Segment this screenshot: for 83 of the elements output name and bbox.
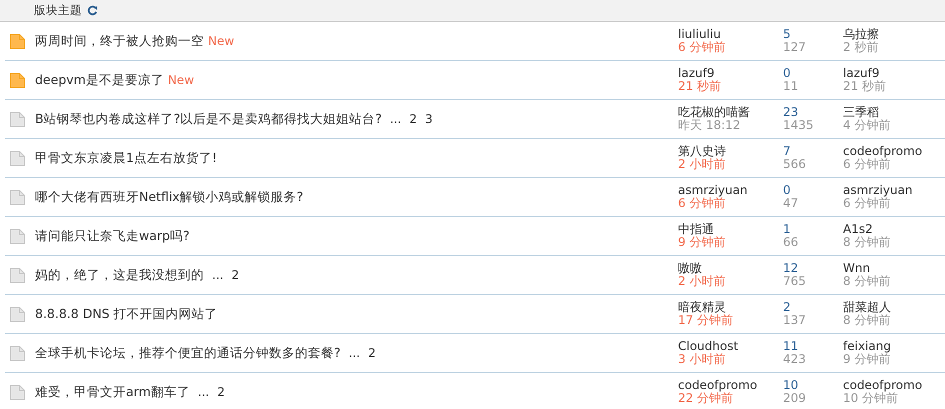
last-poster[interactable]: feixiang [843, 340, 945, 353]
last-post-time: 21 秒前 [843, 80, 888, 93]
last-poster[interactable]: A1s2 [843, 223, 945, 236]
author-name[interactable]: asmrziyuan [678, 184, 783, 197]
last-poster[interactable]: 三季稻 [843, 106, 945, 119]
last-post-time: 8 分钟前 [843, 314, 892, 327]
page-ellipsis: ... [390, 112, 402, 126]
post-time: 3 小时前 [678, 353, 726, 366]
author-name[interactable]: 嗷嗷 [678, 262, 783, 275]
last-poster[interactable]: 甜菜超人 [843, 301, 945, 314]
post-time: 22 分钟前 [678, 392, 734, 405]
last-poster[interactable]: codeofpromo [843, 379, 945, 392]
last-poster[interactable]: Wnn [843, 262, 945, 275]
thread-title[interactable]: 全球手机卡论坛，推荐个便宜的通话分钟数多的套餐? [35, 344, 341, 362]
last-poster[interactable]: 乌拉擦 [843, 28, 945, 41]
page-ellipsis: ... [348, 346, 360, 360]
view-count: 423 [783, 353, 807, 366]
last-post-time: 2 秒前 [843, 41, 880, 54]
last-post-time: 8 分钟前 [843, 236, 892, 249]
page-ellipsis: ... [212, 268, 224, 282]
reply-count: 11 [783, 340, 800, 353]
thread-title[interactable]: 哪个大佬有西班牙Netflix解锁小鸡或解锁服务? [35, 188, 304, 206]
post-time: 2 小时前 [678, 158, 726, 171]
reply-count: 1 [783, 223, 792, 236]
post-time: 6 分钟前 [678, 41, 726, 54]
thread-title[interactable]: B站钢琴也内卷成这样了?以后是不是卖鸡都得找大姐姐站台? [35, 110, 382, 128]
author-name[interactable]: lazuf9 [678, 67, 783, 80]
reply-count: 0 [783, 67, 792, 80]
refresh-icon[interactable] [87, 5, 98, 16]
author-name[interactable]: 吃花椒的喵酱 [678, 106, 783, 119]
page-link[interactable]: 3 [424, 112, 433, 126]
thread-title[interactable]: 甲骨文东京凌晨1点左右放货了! [35, 150, 217, 166]
reply-count: 5 [783, 28, 792, 41]
reply-count: 7 [783, 145, 792, 158]
last-post-time: 6 分钟前 [843, 158, 890, 171]
last-poster[interactable]: codeofpromo [843, 145, 945, 158]
post-time: 21 秒前 [678, 80, 722, 93]
page-ellipsis: ... [198, 385, 210, 399]
view-count: 1435 [783, 119, 815, 132]
post-time: 9 分钟前 [678, 236, 726, 249]
thread-title[interactable]: deepvm是不是要凉了 [35, 72, 164, 88]
author-name[interactable]: 暗夜精灵 [678, 301, 783, 314]
last-post-time: 8 分钟前 [843, 275, 892, 288]
reply-count: 0 [783, 184, 792, 197]
view-count: 566 [783, 158, 807, 171]
author-name[interactable]: codeofpromo [678, 379, 783, 392]
view-count: 127 [783, 41, 807, 54]
page-link[interactable]: 2 [217, 385, 225, 399]
new-label: New [208, 34, 234, 48]
page-link[interactable]: 2 [231, 268, 240, 282]
view-count: 765 [783, 275, 807, 288]
reply-count: 12 [783, 262, 800, 275]
post-time: 6 分钟前 [678, 197, 726, 210]
author-name[interactable]: 第八史诗 [678, 145, 783, 158]
post-time: 昨天 18:12 [678, 119, 742, 132]
thread-title[interactable]: 妈的，绝了，这是我没想到的 [35, 266, 204, 284]
last-post-time: 6 分钟前 [843, 197, 890, 210]
last-post-time: 10 分钟前 [843, 392, 898, 405]
reply-count: 2 [783, 301, 792, 314]
thread-title[interactable]: 两周时间，终于被人抢购一空 [35, 32, 204, 50]
header-title: 版块主题 [34, 3, 82, 18]
view-count: 66 [783, 236, 800, 249]
reply-count: 10 [783, 379, 800, 392]
reply-count: 23 [783, 106, 800, 119]
view-count: 47 [783, 197, 800, 210]
last-poster[interactable]: asmrziyuan [843, 184, 945, 197]
last-post-time: 9 分钟前 [843, 353, 892, 366]
last-poster[interactable]: lazuf9 [843, 67, 945, 80]
page-link[interactable]: 2 [409, 112, 417, 126]
author-name[interactable]: liuliuliu [678, 28, 783, 41]
new-label: New [168, 73, 194, 87]
thread-title[interactable]: 请问能只让奈飞走warp吗? [35, 228, 190, 244]
author-name[interactable]: Cloudhost [678, 340, 783, 353]
thread-title[interactable]: 8.8.8.8 DNS 打不开国内网站了 [35, 306, 218, 322]
view-count: 137 [783, 314, 807, 327]
last-post-time: 4 分钟前 [843, 119, 892, 132]
author-name[interactable]: 中指通 [678, 223, 783, 236]
post-time: 2 小时前 [678, 275, 726, 288]
thread-title[interactable]: 难受，甲骨文开arm翻车了 [35, 384, 190, 400]
post-time: 17 分钟前 [678, 314, 734, 327]
view-count: 209 [783, 392, 807, 405]
view-count: 11 [783, 80, 800, 93]
page-link[interactable]: 2 [368, 346, 376, 360]
